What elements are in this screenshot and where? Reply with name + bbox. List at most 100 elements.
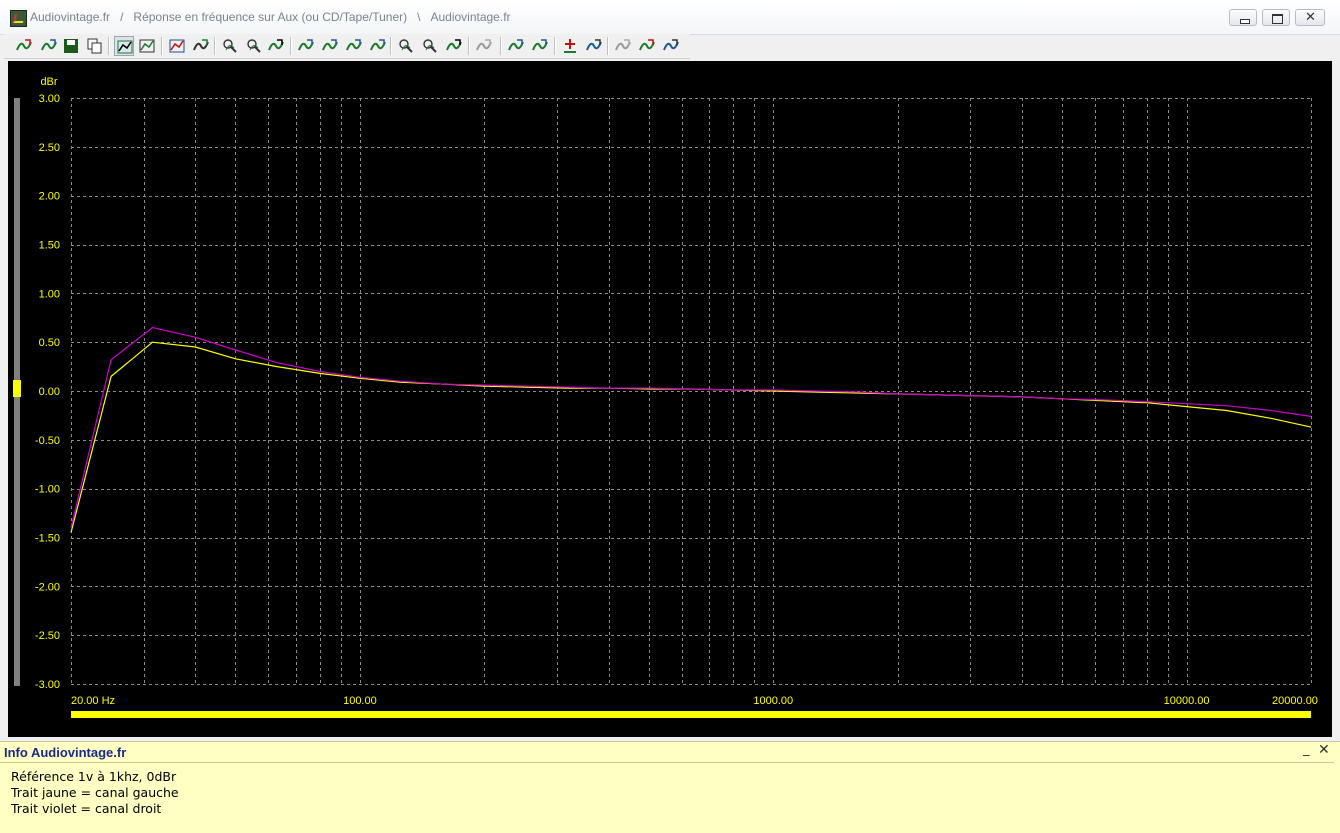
curve-smooth-button[interactable] — [39, 36, 59, 56]
series-line-left-channel — [70, 341, 1312, 533]
title-site: Audiovintage.fr — [30, 10, 111, 24]
x-tick-label: 20000.00 — [1272, 695, 1318, 707]
undo-icon — [615, 39, 631, 51]
y-tick-label: -2.00 — [35, 581, 60, 593]
reference-button[interactable] — [661, 36, 681, 56]
toolbar — [4, 34, 690, 59]
legend-icon — [139, 39, 155, 53]
sine-view-icon — [268, 39, 284, 51]
data-points-button[interactable] — [191, 36, 211, 56]
graph-panel: dBr 3.00 2.50 2.00 1.50 1.00 0.50 0.00 -0.50 -1.0… — [8, 61, 1332, 737]
curve-next-button[interactable] — [320, 36, 340, 56]
peak-up-button[interactable] — [506, 36, 526, 56]
toolbar-separator — [108, 37, 110, 55]
calibrate-button[interactable] — [474, 36, 494, 56]
info-title: Info Audiovintage.fr — [4, 745, 127, 760]
curve-up-button[interactable] — [344, 36, 364, 56]
y-tick-label: -0.50 — [35, 435, 60, 447]
calibrate-icon — [476, 39, 492, 51]
toolbar-separator — [214, 37, 216, 55]
save-button[interactable] — [61, 36, 81, 56]
frequency-response-chart[interactable]: dBr 3.00 2.50 2.00 1.50 1.00 0.50 0.00 -0.50 -1.0… — [8, 61, 1332, 737]
y-tick-label: -2.50 — [35, 630, 60, 642]
app-icon — [10, 10, 27, 27]
window-title: Audiovintage.fr / Réponse en fréquence sur… — [30, 10, 511, 24]
zoom-out-x-button[interactable] — [420, 36, 440, 56]
horizontal-scrollbar[interactable] — [71, 711, 1311, 718]
curve-down-button[interactable] — [368, 36, 388, 56]
info-close-button[interactable]: ✕ — [1318, 742, 1330, 758]
y-tick-label: 2.00 — [39, 191, 60, 203]
info-panel: Info Audiovintage.fr _ ✕ Référence 1v à … — [0, 741, 1340, 833]
compare-button[interactable] — [637, 36, 657, 56]
fit-icon — [446, 39, 462, 51]
copy-icon — [87, 38, 102, 54]
x-tick-label: 100.00 — [343, 695, 377, 707]
zoom-out-button[interactable] — [244, 36, 264, 56]
grid-button[interactable] — [114, 36, 134, 56]
x-tick-label: 1000.00 — [753, 695, 793, 707]
minimize-icon — [1240, 19, 1250, 24]
series-line-right-channel — [70, 326, 1312, 528]
x-tick-label: 20.00 Hz — [71, 695, 115, 707]
info-line-right-channel: Trait violet = canal droit — [11, 801, 162, 816]
marker-move-icon — [586, 39, 602, 51]
y-tick-label: -1.50 — [35, 533, 60, 545]
sine-view-button[interactable] — [266, 36, 286, 56]
peak-down-icon — [532, 39, 548, 51]
grid-icon — [117, 40, 133, 54]
info-minimize-button[interactable]: _ — [1303, 742, 1310, 757]
data-points-icon — [193, 39, 209, 51]
curve-up-icon — [346, 39, 362, 51]
toolbar-separator — [468, 37, 470, 55]
info-text: Référence 1v à 1khz, 0dBr Trait jaune = … — [11, 769, 179, 817]
y-tick-label: 0.00 — [39, 386, 60, 398]
y-axis-label: dBr — [40, 76, 57, 88]
peak-down-button[interactable] — [530, 36, 550, 56]
close-button[interactable]: ✕ — [1295, 9, 1325, 26]
restore-icon — [1272, 14, 1283, 24]
chart-props-icon — [169, 39, 185, 53]
y-tick-label: -1.00 — [35, 484, 60, 496]
y-tick-label: 3.00 — [39, 93, 60, 105]
zoom-out-x-icon — [423, 39, 437, 53]
curve-down-icon — [370, 39, 386, 51]
marker-add-icon — [564, 39, 576, 53]
marker-add-button[interactable] — [560, 36, 580, 56]
zoom-region-button[interactable] — [220, 36, 240, 56]
title-separator: \ — [417, 10, 421, 24]
x-tick-label: 10000.00 — [1164, 695, 1210, 707]
curve-prev-button[interactable] — [296, 36, 316, 56]
title-bar: Audiovintage.fr / Réponse en fréquence sur… — [0, 0, 1340, 35]
reference-icon — [663, 39, 679, 51]
curve-add-icon — [16, 39, 32, 51]
zoom-out-icon — [247, 39, 261, 53]
title-document: Réponse en fréquence sur Aux (ou CD/Tape… — [133, 10, 408, 24]
restore-button[interactable] — [1262, 9, 1290, 26]
toolbar-separator — [607, 37, 609, 55]
curve-add-button[interactable] — [14, 36, 34, 56]
zoom-in-x-button[interactable] — [396, 36, 416, 56]
zoom-in-x-icon — [399, 39, 413, 53]
minimize-button[interactable] — [1229, 9, 1257, 26]
toolbar-separator — [500, 37, 502, 55]
y-tick-label: 1.50 — [39, 240, 60, 252]
legend-button[interactable] — [137, 36, 157, 56]
grid — [71, 98, 1312, 685]
curve-smooth-icon — [41, 39, 57, 51]
chart-props-button[interactable] — [167, 36, 187, 56]
y-tick-label: 0.50 — [39, 337, 60, 349]
y-tick-label: 1.00 — [39, 288, 60, 300]
toolbar-separator — [554, 37, 556, 55]
vertical-scroll-thumb[interactable] — [13, 380, 21, 397]
zoom-region-icon — [223, 39, 237, 53]
y-tick-label: -3.00 — [35, 679, 60, 691]
undo-button[interactable] — [613, 36, 633, 56]
close-icon: ✕ — [1305, 10, 1316, 25]
toolbar-separator — [290, 37, 292, 55]
marker-move-button[interactable] — [584, 36, 604, 56]
copy-button[interactable] — [85, 36, 105, 56]
curve-next-icon — [322, 39, 338, 51]
compare-icon — [639, 39, 655, 51]
fit-button[interactable] — [444, 36, 464, 56]
